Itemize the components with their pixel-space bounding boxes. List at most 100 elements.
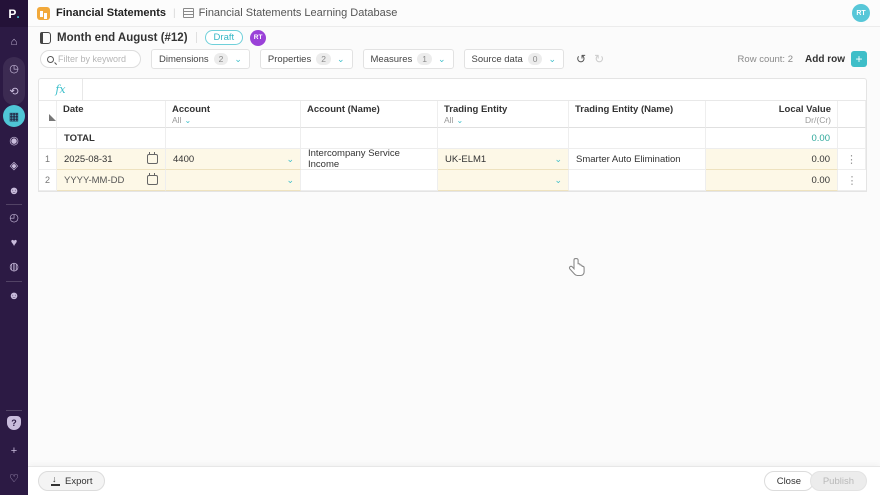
column-header-trading-entity[interactable]: Trading Entity All ⌄ [438, 101, 569, 128]
keyword-search[interactable] [40, 50, 141, 68]
search-icon [47, 55, 54, 63]
column-filter-all[interactable]: All ⌄ [172, 115, 294, 125]
column-label: Account (Name) [307, 104, 380, 115]
trading-entity-name-cell[interactable]: Smarter Auto Elimination [569, 149, 706, 170]
count-badge: 1 [417, 53, 432, 65]
search-input[interactable] [58, 54, 138, 64]
app-window: P. ⌂ ◷ ⟲ ▦ ◉ ◈ ☻ ◴ ♥ ◍ ☻ ? + ♡ Financial… [0, 0, 880, 495]
chevron-down-icon: ⌄ [336, 53, 345, 64]
count-badge: 0 [527, 53, 543, 65]
add-row-button[interactable]: + [851, 51, 867, 67]
database-icon [182, 8, 194, 18]
column-label: Local Value [778, 104, 831, 115]
sidebar-divider [6, 281, 22, 282]
count-badge: 2 [213, 53, 229, 65]
member-icon[interactable]: ☻ [0, 182, 28, 200]
user-avatar[interactable]: RT [852, 4, 870, 22]
row-number[interactable]: 1 [39, 149, 57, 170]
sidebar-divider [6, 204, 22, 205]
logo-dot: . [16, 6, 20, 21]
add-workspace-icon[interactable]: + [0, 442, 28, 460]
divider [195, 32, 197, 43]
filter-toolbar: Dimensions 2 ⌄ Properties 2 ⌄ Measures 1… [28, 48, 880, 70]
pigment-logo[interactable]: P. [0, 0, 28, 27]
properties-dropdown[interactable]: Properties 2 ⌄ [259, 49, 353, 69]
column-header-account[interactable]: Account All ⌄ [166, 101, 301, 128]
fx-icon: fx [39, 79, 83, 100]
formula-bar: fx [39, 79, 866, 101]
cursor-pointer [567, 256, 589, 285]
logo-letter: P [8, 6, 17, 21]
calendar-icon[interactable] [147, 173, 158, 185]
total-row-gutter [39, 128, 57, 149]
explore-icon[interactable]: ◉ [0, 132, 28, 150]
home-icon[interactable]: ⌂ [0, 33, 28, 51]
select-all-triangle-icon [49, 114, 56, 121]
app-title[interactable]: Financial Statements [56, 7, 166, 19]
history-icon[interactable]: ◴ [0, 209, 28, 227]
column-header-date[interactable]: Date [57, 101, 166, 128]
database-title[interactable]: Financial Statements Learning Database [199, 7, 398, 19]
dropdown-label: Dimensions [159, 53, 209, 65]
breadcrumb-separator: | [173, 7, 176, 19]
column-header-trading-entity-name[interactable]: Trading Entity (Name) [569, 101, 706, 128]
row-menu-cell[interactable]: ⋮ [838, 170, 866, 191]
total-cell [569, 128, 706, 149]
trading-entity-name-cell[interactable] [569, 170, 706, 191]
column-filter-all[interactable]: All ⌄ [444, 115, 562, 125]
status-badge: Draft [204, 30, 244, 45]
page-title: Month end August (#12) [57, 31, 188, 44]
chevron-down-icon: ⌄ [554, 153, 562, 164]
total-cell [438, 128, 569, 149]
local-value-cell[interactable]: 0.00 [706, 149, 838, 170]
flows-icon[interactable]: ⟲ [0, 83, 28, 101]
feedback-icon[interactable]: ♡ [0, 470, 28, 488]
account-name-cell[interactable]: Intercompany Service Income [301, 148, 438, 170]
bottom-bar: Export Close Publish [28, 466, 880, 495]
kebab-menu-icon[interactable]: ⋮ [846, 153, 857, 166]
column-label: Date [63, 104, 84, 115]
document-header: Month end August (#12) Draft RT [28, 27, 880, 48]
chevron-down-icon: ⌄ [548, 53, 557, 64]
select-all-cell[interactable] [39, 101, 57, 128]
total-label-cell: TOTAL [57, 128, 166, 149]
editor-avatar[interactable]: RT [250, 29, 267, 46]
calendar-icon[interactable] [147, 152, 158, 164]
local-value-cell[interactable]: 0.00 [706, 170, 838, 191]
column-header-account-name[interactable]: Account (Name) [301, 101, 438, 128]
media-icon[interactable]: ◍ [0, 258, 28, 276]
column-sublabel: Dr/(Cr) [805, 115, 831, 125]
publish-button: Publish [809, 471, 867, 491]
sidebar-divider [6, 410, 22, 411]
account-cell[interactable]: ⌄ [166, 170, 301, 191]
total-cell [838, 128, 866, 149]
account-name-cell[interactable] [301, 170, 438, 191]
close-label: Close [776, 475, 801, 487]
trading-entity-cell[interactable]: UK-ELM1 ⌄ [438, 149, 569, 170]
account-cell[interactable]: 4400 ⌄ [166, 149, 301, 170]
row-menu-cell[interactable]: ⋮ [838, 149, 866, 170]
export-button[interactable]: Export [38, 471, 106, 491]
total-cell [301, 128, 438, 149]
help-icon[interactable]: ? [7, 416, 21, 430]
column-header-local-value[interactable]: Local Value Dr/(Cr) [706, 101, 838, 128]
measures-dropdown[interactable]: Measures 1 ⌄ [362, 49, 454, 69]
app-icon [37, 6, 50, 20]
kebab-menu-icon[interactable]: ⋮ [847, 174, 858, 187]
publish-label: Publish [822, 475, 854, 487]
add-row-label[interactable]: Add row [805, 54, 845, 65]
row-number[interactable]: 2 [39, 170, 57, 191]
formula-input[interactable] [83, 79, 866, 100]
close-button[interactable]: Close [763, 471, 814, 491]
dimensions-dropdown[interactable]: Dimensions 2 ⌄ [151, 49, 250, 69]
undo-icon[interactable]: ↺ [576, 52, 586, 66]
trading-entity-cell[interactable]: ⌄ [438, 170, 569, 191]
source-data-dropdown[interactable]: Source data 0 ⌄ [463, 49, 565, 69]
community-icon[interactable]: ☻ [0, 287, 28, 305]
date-cell[interactable]: YYYY-MM-DD [57, 170, 166, 191]
tags-icon[interactable]: ◈ [0, 157, 28, 175]
date-cell[interactable]: 2025-08-31 [57, 149, 166, 170]
active-block-icon[interactable]: ▦ [3, 105, 25, 127]
activity-icon[interactable]: ◷ [0, 60, 28, 78]
favorites-icon[interactable]: ♥ [0, 234, 28, 252]
